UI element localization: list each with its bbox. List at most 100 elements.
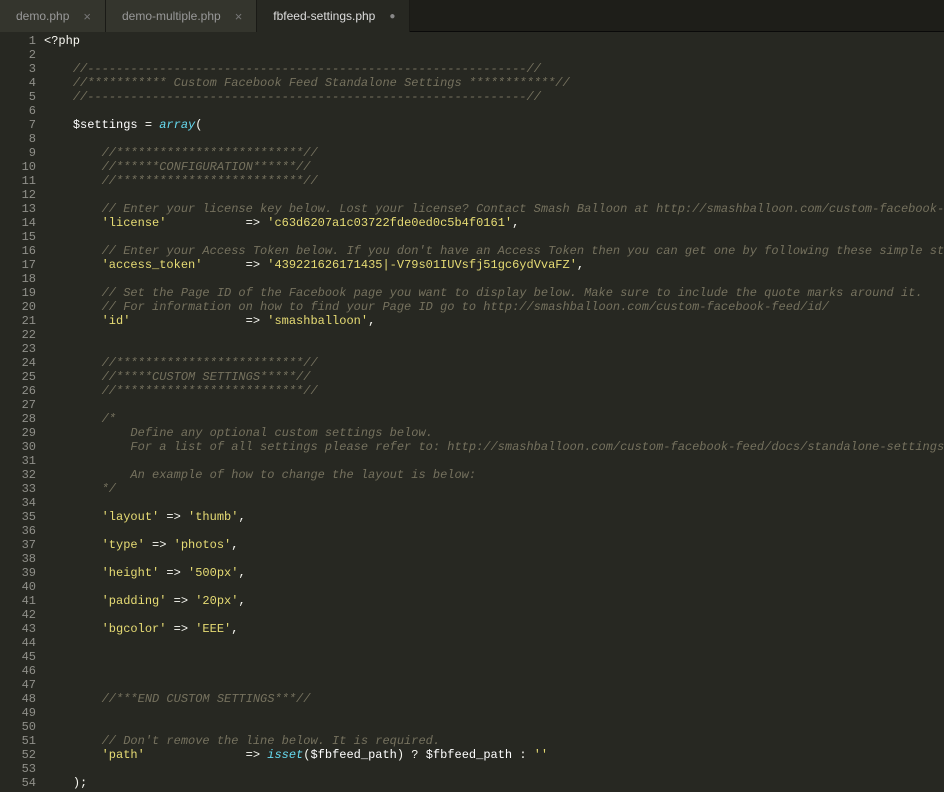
token-p: , [238,510,245,524]
tab-label: demo.php [16,9,69,23]
indent [44,62,73,76]
code-line [44,678,944,692]
line-number: 16 [0,244,44,258]
token-p: => [166,216,267,230]
line-number: 36 [0,524,44,538]
indent [44,440,102,454]
code-line: //--------------------------------------… [44,90,944,104]
token-s: 'padding' [102,594,167,608]
line-number: 9 [0,146,44,160]
code-line [44,636,944,650]
code-line: 'license' => 'c63d6207a1c03722fde0ed0c5b… [44,216,944,230]
indent [44,482,102,496]
line-number: 46 [0,664,44,678]
indent [44,594,102,608]
token-p: => [159,566,188,580]
indent [44,146,102,160]
token-s: '500px' [188,566,238,580]
indent [44,622,102,636]
indent [44,174,102,188]
indent [44,692,102,706]
token-p: , [238,566,245,580]
close-icon[interactable]: × [83,9,91,24]
line-number: 28 [0,412,44,426]
token-s: 'access_token' [102,258,203,272]
line-number: 11 [0,174,44,188]
line-number: 4 [0,76,44,90]
line-number: 17 [0,258,44,272]
line-number: 22 [0,328,44,342]
tab-label: demo-multiple.php [122,9,221,23]
code-line: 'id' => 'smashballoon', [44,314,944,328]
token-p: , [231,538,238,552]
close-icon[interactable]: × [235,9,243,24]
tab-fbfeed-settings-php[interactable]: fbfeed-settings.php● [257,0,410,32]
line-number: 25 [0,370,44,384]
line-number: 35 [0,510,44,524]
line-number: 23 [0,342,44,356]
line-number: 43 [0,622,44,636]
line-number: 27 [0,398,44,412]
line-number: 7 [0,118,44,132]
line-number: 51 [0,734,44,748]
indent [44,538,102,552]
token-c: //**************************// [102,384,318,398]
line-number-gutter: 1234567891011121314151617181920212223242… [0,32,44,792]
code-line: //**************************// [44,146,944,160]
token-c: // Don't remove the line below. It is re… [102,734,440,748]
tab-demo-multiple-php[interactable]: demo-multiple.php × [106,0,257,32]
token-c: // Set the Page ID of the Facebook page … [102,286,923,300]
indent [44,90,73,104]
line-number: 39 [0,566,44,580]
code-line [44,720,944,734]
line-number: 34 [0,496,44,510]
code-line: // Don't remove the line below. It is re… [44,734,944,748]
code-line: //******CONFIGURATION******// [44,160,944,174]
token-c: */ [102,482,116,496]
code-line: // For information on how to find your P… [44,300,944,314]
token-p: <?php [44,34,80,48]
token-var: $settings [73,118,138,132]
line-number: 30 [0,440,44,454]
code-line: // Enter your Access Token below. If you… [44,244,944,258]
token-s: 'EEE' [195,622,231,636]
line-number: 24 [0,356,44,370]
token-p: , [577,258,584,272]
line-number: 5 [0,90,44,104]
token-p: = [138,118,160,132]
token-c: /* [102,412,116,426]
token-p: => [145,748,267,762]
indent [44,384,102,398]
code-line: // Enter your license key below. Lost yo… [44,202,944,216]
line-number: 50 [0,720,44,734]
line-number: 19 [0,286,44,300]
indent [44,244,102,258]
token-s: '439221626171435|-V79s01IUVsfj51gc6ydVva… [267,258,577,272]
tab-bar: demo.php × demo-multiple.php × fbfeed-settin… [0,0,944,32]
line-number: 13 [0,202,44,216]
token-f: isset [267,748,303,762]
line-number: 31 [0,454,44,468]
line-number: 21 [0,314,44,328]
code-content[interactable]: <?php //--------------------------------… [44,32,944,792]
dirty-indicator-icon: ● [389,11,395,22]
line-number: 38 [0,552,44,566]
tab-demo-php[interactable]: demo.php × [0,0,106,32]
token-p: , [512,216,519,230]
code-line: 'type' => 'photos', [44,538,944,552]
token-c: //--------------------------------------… [73,62,541,76]
token-s: 'thumb' [188,510,238,524]
token-c: // For information on how to find your P… [102,300,829,314]
code-line [44,398,944,412]
code-line: //***END CUSTOM SETTINGS***// [44,692,944,706]
indent [44,748,102,762]
code-line: 'height' => '500px', [44,566,944,580]
code-line: An example of how to change the layout i… [44,468,944,482]
line-number: 54 [0,776,44,790]
token-s: 'path' [102,748,145,762]
indent [44,776,73,790]
code-line [44,664,944,678]
indent [44,258,102,272]
code-line: 'access_token' => '439221626171435|-V79s… [44,258,944,272]
indent [44,286,102,300]
